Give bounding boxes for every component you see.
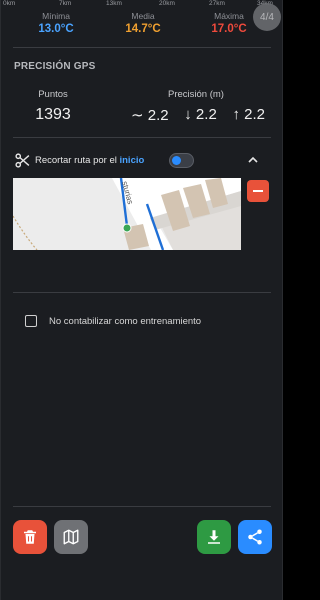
trim-route-text: Recortar ruta por el bbox=[35, 155, 120, 166]
temp-avg: Media 14.7°C bbox=[103, 11, 183, 35]
temp-avg-value: 14.7°C bbox=[125, 23, 161, 35]
trim-route-row: Recortar ruta por el inicio bbox=[14, 151, 272, 171]
temp-min-value: 13.0°C bbox=[38, 23, 74, 35]
delete-button[interactable] bbox=[13, 520, 47, 554]
share-icon bbox=[248, 529, 262, 545]
workout-screen: 0km 7km 13km 20km 27km 34km Mínima 13.0°… bbox=[0, 0, 283, 600]
temp-min-label: Mínima bbox=[42, 11, 70, 21]
axis-tick-1: 7km bbox=[59, 0, 72, 7]
trim-route-label: Recortar ruta por el inicio bbox=[35, 155, 144, 166]
trim-start-link[interactable]: inicio bbox=[119, 155, 144, 166]
precision-min: ↓ 2.2 bbox=[184, 106, 217, 123]
trim-toggle[interactable] bbox=[169, 153, 194, 168]
share-button[interactable] bbox=[238, 520, 272, 554]
scissors-icon bbox=[15, 153, 30, 168]
exclude-training-label: No contabilizar como entrenamiento bbox=[49, 316, 202, 327]
map-icon bbox=[63, 529, 79, 545]
remove-map-button[interactable] bbox=[247, 180, 269, 202]
page-indicator: 4/4 bbox=[253, 3, 281, 31]
map-button[interactable] bbox=[54, 520, 88, 554]
axis-tick-2: 13km bbox=[106, 0, 122, 7]
axis-tick-0: 0km bbox=[3, 0, 16, 7]
route-map-canvas: sturias bbox=[13, 178, 241, 250]
points-label: Puntos bbox=[38, 89, 68, 100]
divider bbox=[13, 137, 271, 138]
divider bbox=[13, 506, 271, 507]
chevron-up-icon[interactable] bbox=[247, 155, 259, 165]
divider bbox=[13, 292, 271, 293]
download-icon bbox=[208, 530, 220, 544]
trash-icon bbox=[24, 530, 36, 544]
precision-label: Precisión (m) bbox=[168, 89, 224, 100]
minus-icon bbox=[253, 190, 263, 192]
divider bbox=[13, 47, 271, 48]
download-button[interactable] bbox=[197, 520, 231, 554]
temperature-stats: Mínima 13.0°C Media 14.7°C Máxima 17.0°C bbox=[1, 11, 282, 41]
points-value: 1393 bbox=[35, 106, 71, 123]
exclude-training-checkbox[interactable] bbox=[25, 315, 37, 327]
precision-values: ∼ 2.2 ↓ 2.2 ↑ 2.2 bbox=[131, 106, 265, 124]
gps-section-title: PRECISIÓN GPS bbox=[14, 61, 96, 72]
route-map[interactable]: sturias bbox=[13, 178, 241, 250]
precision-max: ↑ 2.2 bbox=[232, 106, 265, 123]
temp-min: Mínima 13.0°C bbox=[16, 11, 96, 35]
precision-avg: ∼ 2.2 bbox=[131, 107, 169, 124]
temp-avg-label: Media bbox=[131, 11, 155, 21]
axis-tick-3: 20km bbox=[159, 0, 175, 7]
distance-axis: 0km 7km 13km 20km 27km 34km bbox=[1, 0, 282, 10]
axis-tick-4: 27km bbox=[209, 0, 225, 7]
toggle-knob bbox=[172, 156, 181, 165]
